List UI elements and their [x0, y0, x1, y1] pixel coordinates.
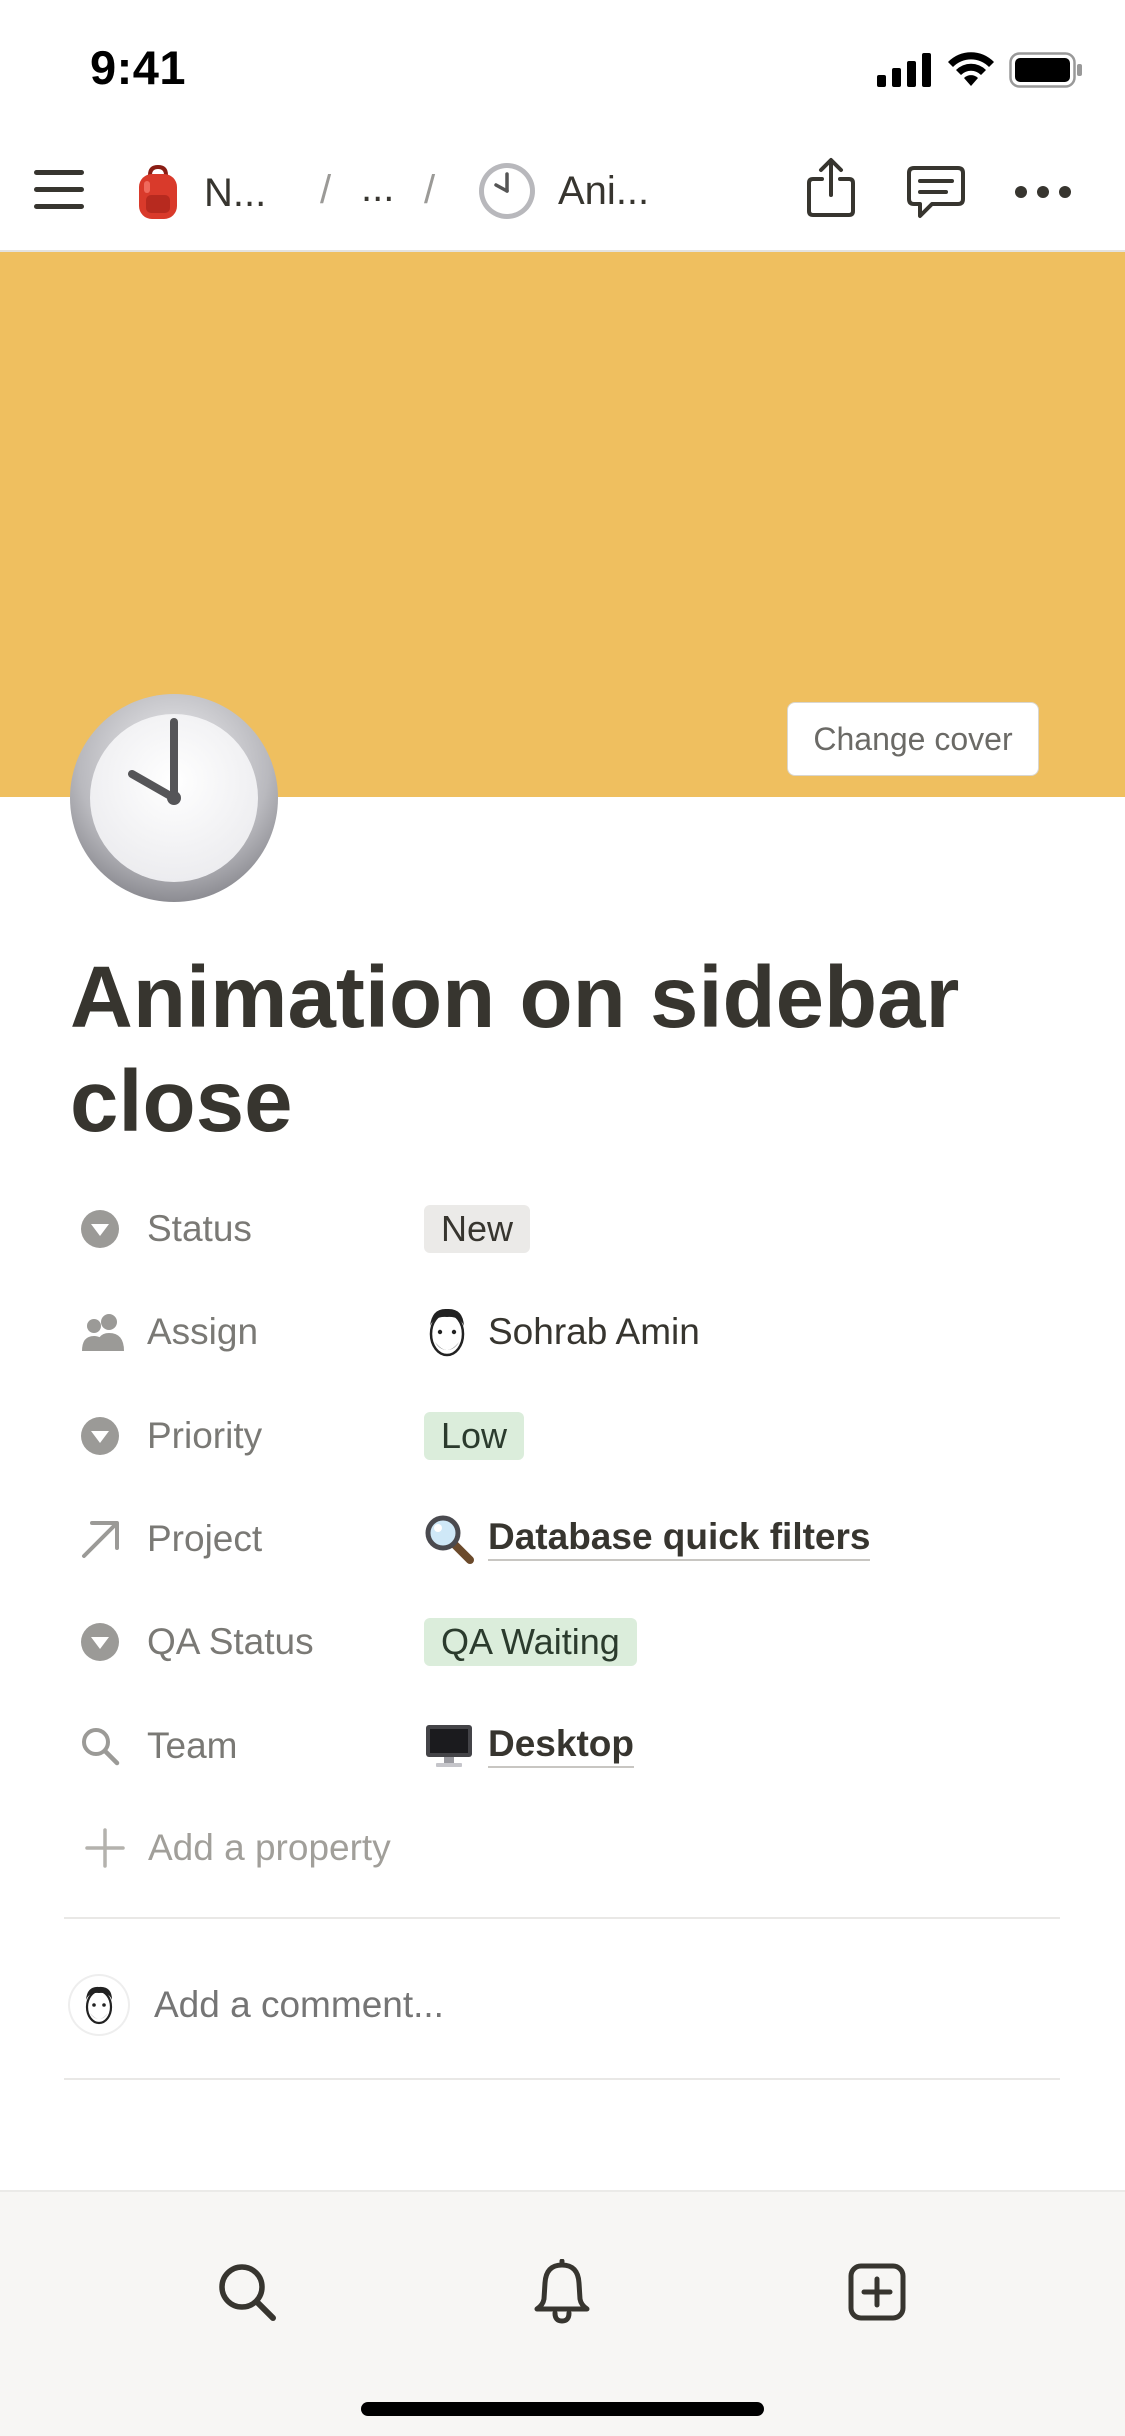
- qa-status-tag: QA Waiting: [424, 1617, 637, 1666]
- divider: [64, 1917, 1060, 1919]
- status-bar: 9:41: [0, 0, 1125, 135]
- backpack-icon: [139, 165, 177, 219]
- person-icon: [80, 1302, 144, 1362]
- change-cover-button[interactable]: Change cover: [787, 702, 1039, 776]
- breadcrumb-separator: /: [424, 168, 436, 212]
- avatar: [429, 1308, 465, 1356]
- home-indicator: [361, 2402, 764, 2416]
- property-assign[interactable]: Assign Sohrab Amin: [70, 1280, 1070, 1383]
- qa-status-value[interactable]: QA Waiting: [424, 1617, 637, 1666]
- comments-button[interactable]: [906, 165, 966, 221]
- clock-icon: [479, 163, 535, 219]
- property-label: QA Status: [147, 1620, 314, 1662]
- battery-icon: [1009, 52, 1082, 88]
- breadcrumb-label: N...: [204, 170, 267, 215]
- sidebar-menu-button[interactable]: [34, 168, 84, 212]
- avatar: [70, 1976, 128, 2034]
- breadcrumb-item-current[interactable]: Ani...: [478, 162, 649, 220]
- divider: [64, 2078, 1060, 2080]
- property-priority[interactable]: Priority Low: [70, 1384, 1070, 1487]
- page-icon[interactable]: [68, 692, 280, 904]
- property-label: Project: [147, 1517, 263, 1559]
- status-icons: [877, 50, 1083, 90]
- tab-notifications[interactable]: [522, 2252, 602, 2332]
- magnifier-icon: [425, 1515, 474, 1564]
- property-team[interactable]: Team Desktop: [70, 1694, 1070, 1797]
- more-options-button[interactable]: [1014, 185, 1072, 199]
- property-project[interactable]: Project Database quick filters: [70, 1487, 1070, 1590]
- property-label: Assign: [147, 1310, 259, 1352]
- page-title[interactable]: Animation on sidebar close: [70, 946, 1070, 1154]
- breadcrumb-label: ...: [361, 166, 395, 210]
- assignee-value[interactable]: Sohrab Amin: [424, 1306, 700, 1358]
- add-property-label: Add a property: [148, 1827, 391, 1868]
- cellular-signal-icon: [877, 53, 931, 87]
- project-link[interactable]: Database quick filters: [488, 1516, 871, 1561]
- team-link[interactable]: Desktop: [488, 1723, 634, 1768]
- select-icon: [80, 1406, 144, 1466]
- property-qa-status[interactable]: QA Status QA Waiting: [70, 1590, 1070, 1693]
- plus-icon: [85, 1828, 125, 1868]
- priority-tag: Low: [424, 1411, 525, 1460]
- breadcrumb-label: Ani...: [558, 168, 650, 213]
- breadcrumb-separator: /: [320, 168, 332, 212]
- add-property-button[interactable]: Add a property: [70, 1798, 391, 1898]
- status-tag: New: [424, 1204, 531, 1253]
- clock-icon: [70, 694, 278, 902]
- comment-composer[interactable]: [70, 1955, 854, 2055]
- tab-new-page[interactable]: [837, 2252, 917, 2332]
- search-icon: [80, 1716, 144, 1776]
- share-icon: [807, 158, 855, 217]
- property-status[interactable]: Status New: [70, 1177, 1070, 1280]
- share-button[interactable]: [805, 157, 857, 219]
- status-time: 9:41: [90, 41, 187, 94]
- select-icon: [80, 1612, 144, 1672]
- bell-icon: [534, 2259, 590, 2324]
- breadcrumb-item-collapsed[interactable]: ...: [361, 166, 394, 211]
- status-value[interactable]: New: [424, 1204, 531, 1253]
- page: 9:41 N... / ... / Ani... Change cover An…: [0, 0, 1125, 2436]
- hamburger-menu-icon: [34, 170, 84, 209]
- search-icon: [219, 2264, 276, 2321]
- assignee-name: Sohrab Amin: [488, 1310, 700, 1352]
- select-icon: [80, 1199, 144, 1259]
- tab-search[interactable]: [207, 2252, 287, 2332]
- comment-icon: [907, 166, 965, 218]
- team-value[interactable]: Desktop: [424, 1723, 634, 1769]
- wifi-icon: [948, 52, 994, 86]
- project-value[interactable]: Database quick filters: [424, 1514, 871, 1564]
- plus-square-icon: [848, 2263, 906, 2321]
- property-label: Status: [147, 1207, 252, 1249]
- breadcrumb-item-workspace[interactable]: N...: [134, 165, 266, 221]
- priority-value[interactable]: Low: [424, 1411, 525, 1460]
- comment-input[interactable]: [154, 1984, 854, 2026]
- more-dots-icon: [1015, 186, 1071, 198]
- top-navigation: N... / ... / Ani...: [0, 135, 1125, 252]
- relation-arrow-icon: [80, 1509, 144, 1569]
- bottom-tab-bar: [0, 2190, 1125, 2436]
- property-label: Priority: [147, 1414, 263, 1456]
- property-label: Team: [147, 1724, 238, 1766]
- desktop-computer-icon: [426, 1724, 472, 1767]
